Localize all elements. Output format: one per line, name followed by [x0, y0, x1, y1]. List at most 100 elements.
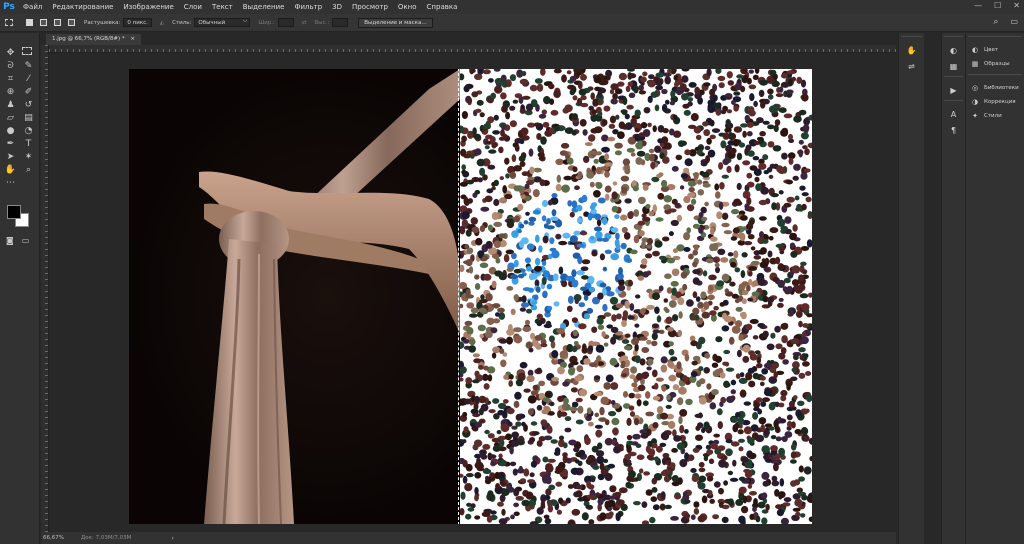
pointillize-dot	[634, 355, 641, 364]
maximize-button[interactable]: ☐	[994, 1, 1001, 10]
quick-select-tool-icon[interactable]: ✎	[22, 60, 35, 71]
pointillize-dot	[542, 397, 550, 402]
pointillize-dot	[567, 519, 576, 524]
crop-tool-icon[interactable]: ⌗	[4, 73, 17, 84]
eyedropper-tool-icon[interactable]: ⁄	[22, 73, 35, 84]
menu-edit[interactable]: Редактирование	[47, 3, 118, 11]
panel-styles[interactable]: ✦ Стили	[966, 109, 1024, 123]
add-selection-button[interactable]	[38, 18, 48, 28]
pointillize-dot	[766, 343, 775, 351]
pointillize-dot	[761, 445, 770, 454]
pointillize-dot	[479, 225, 486, 233]
intersect-selection-button[interactable]	[66, 18, 76, 28]
paths-icon[interactable]: ⇌	[901, 59, 923, 73]
height-input[interactable]	[332, 18, 349, 27]
tool-presets-icon[interactable]: ✋	[901, 43, 923, 57]
panel-libraries[interactable]: ◎ Библиотеки	[966, 81, 1024, 95]
document-size[interactable]: Док: 7,03M/7,03M	[81, 535, 131, 541]
dock-grip[interactable]	[901, 36, 922, 40]
type-tool-icon[interactable]: T	[22, 138, 35, 149]
gradient-tool-icon[interactable]: ▤	[22, 112, 35, 123]
dock-grip[interactable]	[968, 36, 1022, 40]
move-tool-icon[interactable]: ✥	[4, 47, 17, 58]
select-and-mask-button[interactable]: Выделение и маска...	[358, 17, 433, 28]
pointillize-dot	[555, 465, 564, 473]
stamp-tool-icon[interactable]: ♟	[4, 99, 17, 110]
color-swatches[interactable]	[7, 205, 33, 233]
pointillize-dot	[711, 128, 721, 133]
hand-tool-icon[interactable]: ✋	[4, 164, 17, 175]
document-tab[interactable]: 1.jpg @ 66,7% (RGB/8#) * ×	[46, 34, 141, 45]
dock-grip[interactable]	[944, 76, 963, 80]
menu-select[interactable]: Выделение	[238, 3, 290, 11]
dock-grip[interactable]	[944, 100, 963, 104]
blur-tool-icon[interactable]: ●	[4, 125, 17, 136]
pointillize-dot	[474, 461, 484, 470]
shape-tool-icon[interactable]: ✶	[22, 151, 35, 162]
panel-swatches[interactable]: ▦ Образцы	[966, 57, 1024, 71]
swap-icon[interactable]: ⇄	[302, 20, 307, 26]
anti-alias-icon[interactable]: ◭	[160, 20, 164, 26]
pointillize-dot	[673, 435, 682, 442]
pointillize-dot	[791, 421, 796, 429]
zoom-tool-icon[interactable]: ⌕	[22, 164, 35, 175]
lasso-tool-icon[interactable]: ᘐ	[4, 60, 17, 71]
menu-help[interactable]: Справка	[422, 3, 463, 11]
path-select-tool-icon[interactable]: ➤	[4, 151, 17, 162]
zoom-level[interactable]: 66,67%	[43, 535, 81, 541]
paragraph-icon[interactable]: ¶	[943, 123, 965, 137]
pointillize-dot	[789, 232, 797, 241]
feather-input[interactable]: 0 пикс.	[123, 18, 152, 27]
pointillize-dot	[486, 492, 495, 501]
marquee-tool-icon[interactable]	[22, 47, 32, 55]
pointillize-dot	[809, 455, 812, 462]
menu-layers[interactable]: Слои	[179, 3, 207, 11]
foreground-color-swatch[interactable]	[7, 205, 21, 219]
healing-tool-icon[interactable]: ⊕	[4, 86, 17, 97]
close-button[interactable]: ✕	[1013, 1, 1020, 10]
pointillize-dot	[692, 291, 698, 299]
tool-preset-picker[interactable]	[4, 18, 14, 28]
dodge-tool-icon[interactable]: ◔	[22, 125, 35, 136]
swatches-panel-icon[interactable]: ▦	[943, 59, 965, 73]
menu-filter[interactable]: Фильтр	[289, 3, 327, 11]
close-tab-icon[interactable]: ×	[130, 36, 135, 42]
vertical-ruler[interactable]	[41, 45, 49, 532]
new-selection-button[interactable]	[24, 18, 34, 28]
actions-icon[interactable]: ▶	[943, 83, 965, 97]
style-select[interactable]: Обычный	[194, 17, 251, 27]
menu-window[interactable]: Окно	[393, 3, 422, 11]
pointillize-dot	[748, 84, 757, 90]
pointillize-dot	[679, 185, 685, 190]
menu-file[interactable]: Файл	[18, 3, 47, 11]
menu-3d[interactable]: 3D	[327, 3, 347, 11]
panel-adjustments[interactable]: ◑ Коррекция	[966, 95, 1024, 109]
search-icon[interactable]: ⌕	[993, 17, 998, 27]
workspace-icon[interactable]: ▭	[1010, 17, 1018, 27]
status-menu-arrow[interactable]: ›	[171, 535, 173, 542]
horizontal-ruler[interactable]	[49, 45, 896, 53]
dock-grip[interactable]	[944, 36, 963, 40]
menu-type[interactable]: Текст	[207, 3, 238, 11]
width-input[interactable]	[277, 18, 294, 27]
panel-color[interactable]: ◐ Цвет	[966, 43, 1024, 57]
screen-mode-icon[interactable]: ▭	[22, 236, 30, 245]
history-brush-tool-icon[interactable]: ↺	[22, 99, 35, 110]
pointillize-dot	[622, 96, 628, 106]
pointillize-dot	[461, 164, 466, 171]
menu-image[interactable]: Изображение	[118, 3, 178, 11]
brush-tool-icon[interactable]: ✐	[22, 86, 35, 97]
color-panel-icon[interactable]: ◐	[943, 43, 965, 57]
document-canvas[interactable]	[129, 69, 812, 524]
character-icon[interactable]: A	[943, 107, 965, 121]
more-tools-icon[interactable]: ⋯	[4, 177, 17, 188]
menu-view[interactable]: Просмотр	[347, 3, 393, 11]
subtract-selection-button[interactable]	[52, 18, 62, 28]
pen-tool-icon[interactable]: ✒	[4, 138, 17, 149]
dock-grip[interactable]	[968, 74, 1022, 78]
canvas-workspace[interactable]	[49, 54, 896, 532]
eraser-tool-icon[interactable]: ▱	[4, 112, 17, 123]
pointillize-dot	[717, 421, 723, 430]
minimize-button[interactable]: —	[974, 1, 982, 10]
quick-mask-icon[interactable]: ◙	[6, 236, 14, 245]
